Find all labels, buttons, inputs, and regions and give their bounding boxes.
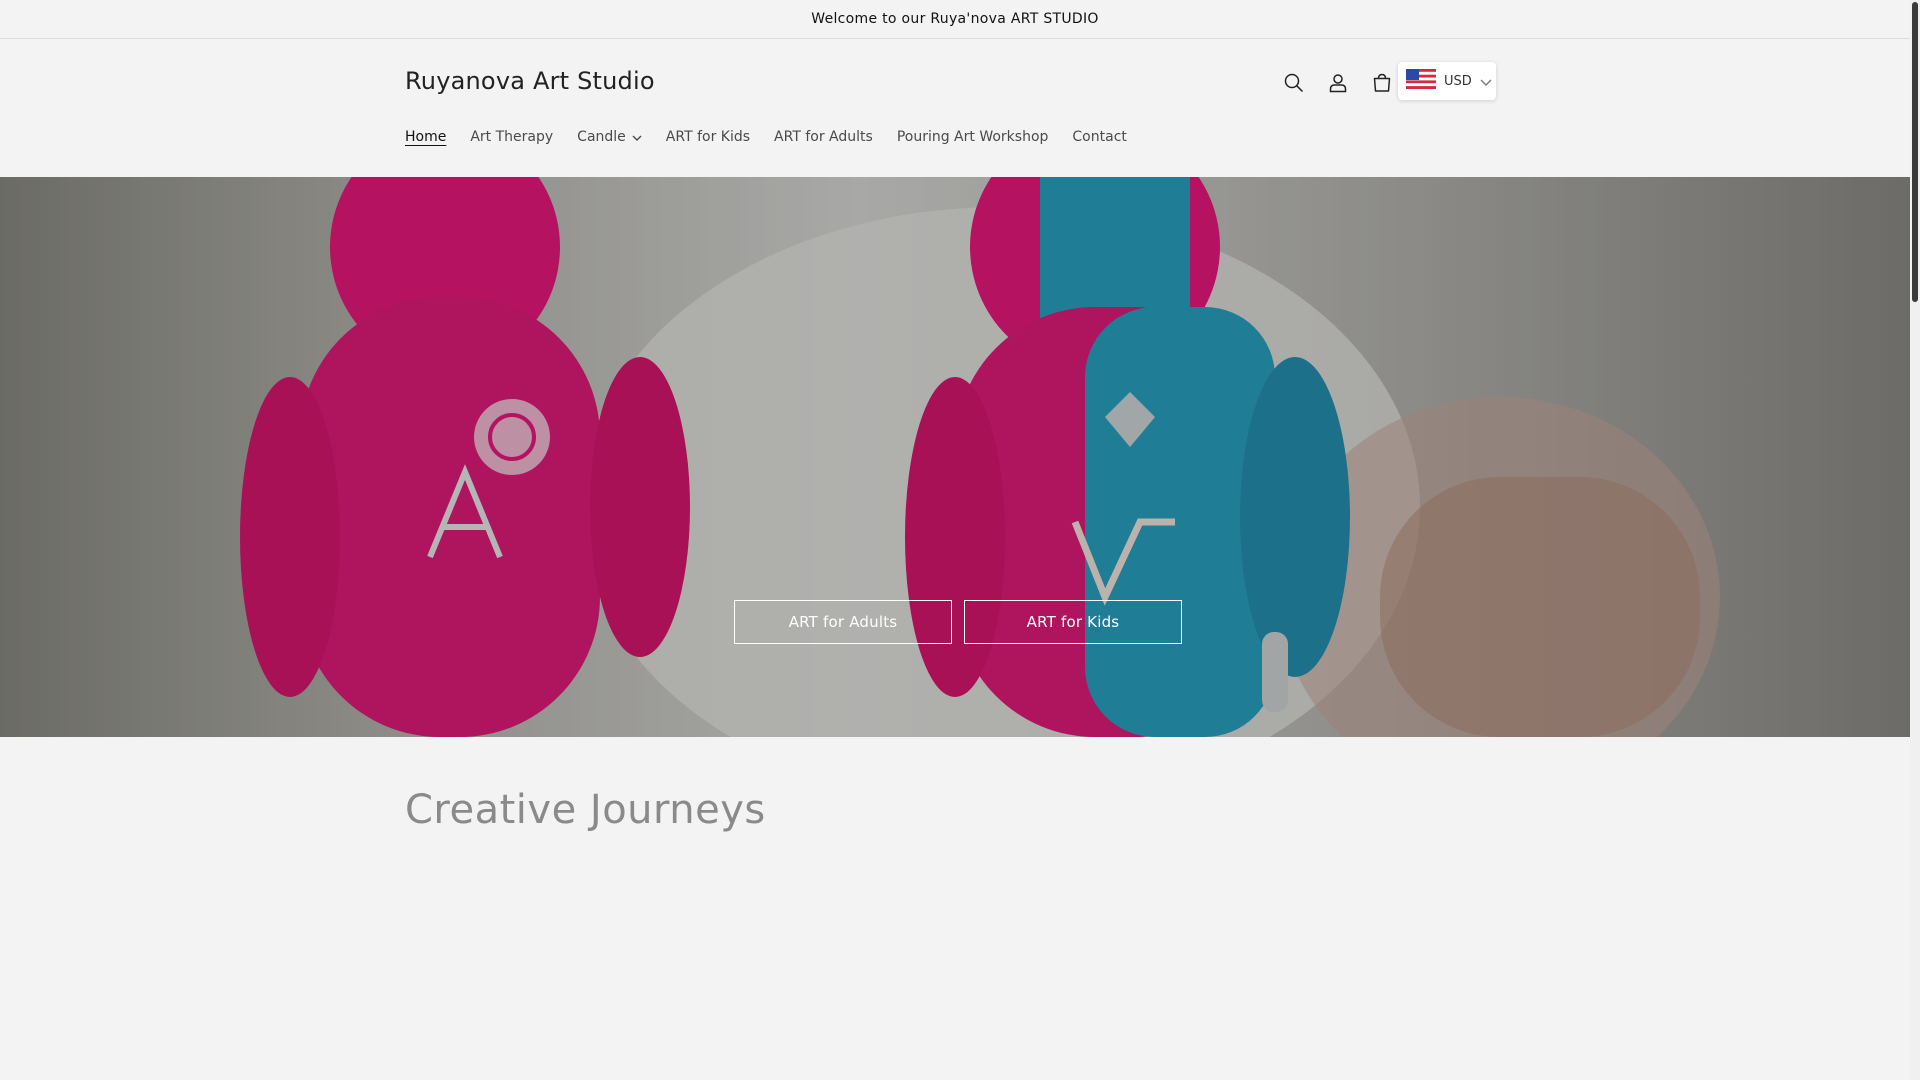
site-header: Ruyanova Art Studio Home Art Therapy Can… (0, 39, 1910, 177)
site-logo[interactable]: Ruyanova Art Studio (405, 67, 655, 95)
nav-item-art-for-kids[interactable]: ART for Kids (666, 126, 750, 148)
chevron-down-icon (1480, 72, 1492, 91)
art-for-kids-button[interactable]: ART for Kids (964, 600, 1182, 644)
hero-overlay (0, 177, 1910, 737)
scrollbar[interactable] (1910, 0, 1920, 1080)
nav-item-candle-label: Candle (577, 129, 626, 145)
nav-item-art-therapy[interactable]: Art Therapy (470, 126, 553, 148)
currency-code: USD (1444, 73, 1472, 89)
chevron-down-icon (632, 129, 642, 145)
nav-item-pouring-art-workshop[interactable]: Pouring Art Workshop (897, 126, 1049, 148)
account-icon (1328, 73, 1348, 97)
hero-banner: ART for Adults ART for Kids (0, 177, 1910, 737)
art-for-adults-button[interactable]: ART for Adults (734, 600, 952, 644)
section-title: Creative Journeys (405, 787, 766, 833)
cart-icon (1372, 73, 1392, 97)
nav-item-candle[interactable]: Candle (577, 126, 642, 148)
nav-item-art-for-adults[interactable]: ART for Adults (774, 126, 873, 148)
search-button[interactable] (1272, 63, 1316, 107)
us-flag-icon (1406, 69, 1436, 93)
search-icon (1284, 73, 1304, 97)
account-button[interactable] (1316, 63, 1360, 107)
nav-item-contact[interactable]: Contact (1072, 126, 1126, 148)
scrollbar-thumb[interactable] (1912, 2, 1918, 302)
currency-selector[interactable]: USD (1398, 62, 1496, 100)
header-icons (1272, 63, 1404, 107)
announcement-text: Welcome to our Ruya'nova ART STUDIO (811, 11, 1099, 27)
announcement-bar: Welcome to our Ruya'nova ART STUDIO (0, 0, 1910, 39)
nav-item-home[interactable]: Home (405, 126, 446, 148)
main-nav: Home Art Therapy Candle ART for Kids ART… (405, 126, 1151, 148)
